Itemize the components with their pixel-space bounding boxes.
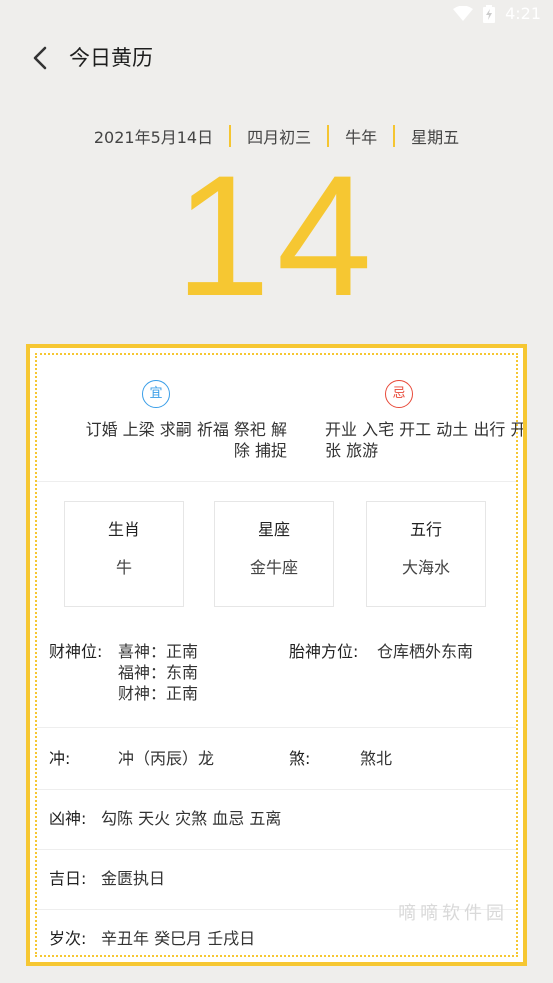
xiong-shen-value: 勾陈 天火 灾煞 血忌 五离 — [101, 809, 282, 828]
yi-activities: 订婚 上梁 求嗣 祈福 祭祀 解 除 捕捉 — [85, 420, 287, 460]
fetal-god-value: 仓库栖外东南 — [377, 642, 474, 661]
wealth-item: 福神：东南 — [118, 663, 199, 682]
almanac-page: 4:21 今日黄历 2021年5月14日 四月初三 牛年 星期五 14 宜 忌 … — [0, 0, 553, 983]
almanac-card: 宜 忌 订婚 上梁 求嗣 祈福 祭祀 解 除 捕捉 开业 入宅 开工 动土 出行… — [26, 344, 527, 966]
attribute-value: 大海水 — [401, 558, 450, 577]
wealth-item: 喜神：正南 — [118, 642, 199, 661]
yi-badge: 宜 — [142, 380, 170, 408]
five-elements-box: 五行 大海水 — [366, 501, 486, 607]
ji-badge: 忌 — [385, 380, 413, 408]
wealth-direction-row: 财神位: 喜神：正南 福神：东南 财神：正南 胎神方位: 仓库栖外东南 — [37, 637, 516, 728]
ji-activities: 开业 入宅 开工 动土 出行 开 张 旅游 — [325, 420, 527, 460]
page-title: 今日黄历 — [69, 46, 153, 70]
attribute-label: 生肖 — [107, 520, 140, 539]
attribute-value: 牛 — [115, 558, 132, 577]
attributes-row: 生肖 牛 星座 金牛座 五行 大海水 — [37, 501, 516, 609]
fetal-god-label: 胎神方位: — [289, 642, 359, 661]
chevron-left-icon — [26, 46, 54, 78]
wifi-icon — [453, 5, 474, 22]
zodiac-box: 生肖 牛 — [64, 501, 184, 607]
wealth-list: 喜神：正南 福神：东南 财神：正南 — [118, 641, 198, 704]
sui-ci-label: 岁次: — [49, 929, 87, 948]
card-inner-border: 宜 忌 订婚 上梁 求嗣 祈福 祭祀 解 除 捕捉 开业 入宅 开工 动土 出行… — [35, 353, 523, 957]
attribute-label: 五行 — [409, 520, 442, 539]
sha-value: 煞北 — [360, 749, 393, 768]
yi-ji-section: 宜 忌 订婚 上梁 求嗣 祈福 祭祀 解 除 捕捉 开业 入宅 开工 动土 出行… — [37, 355, 523, 482]
xiong-shen-row: 凶神: 勾陈 天火 灾煞 血忌 五离 — [37, 789, 516, 850]
wealth-item: 财神：正南 — [118, 684, 199, 703]
sui-ci-value: 辛丑年 癸巳月 壬戌日 — [101, 929, 256, 948]
weekday: 星期五 — [411, 128, 460, 147]
big-day-number: 14 — [174, 140, 379, 332]
status-time: 4:21 — [505, 4, 541, 23]
constellation-box: 星座 金牛座 — [214, 501, 334, 607]
status-icons: 4:21 — [453, 4, 541, 23]
date-separator — [393, 125, 396, 147]
status-bar: 4:21 — [0, 0, 553, 30]
header: 今日黄历 — [0, 38, 553, 78]
watermark: 嘀嘀软件园 — [398, 903, 508, 924]
ji-ri-label: 吉日: — [49, 869, 87, 888]
chong-sha-row: 冲: 冲（丙辰）龙 煞: 煞北 — [37, 729, 516, 790]
back-button[interactable] — [26, 42, 54, 74]
chong-label: 冲: — [49, 749, 71, 768]
chong-value: 冲（丙辰）龙 — [118, 749, 215, 768]
attribute-value: 金牛座 — [249, 558, 298, 577]
battery-icon — [483, 4, 496, 23]
wealth-label: 财神位: — [49, 642, 103, 661]
sha-label: 煞: — [289, 749, 311, 768]
ji-ri-value: 金匮执日 — [101, 869, 166, 888]
xiong-shen-label: 凶神: — [49, 809, 87, 828]
attribute-label: 星座 — [257, 520, 290, 539]
